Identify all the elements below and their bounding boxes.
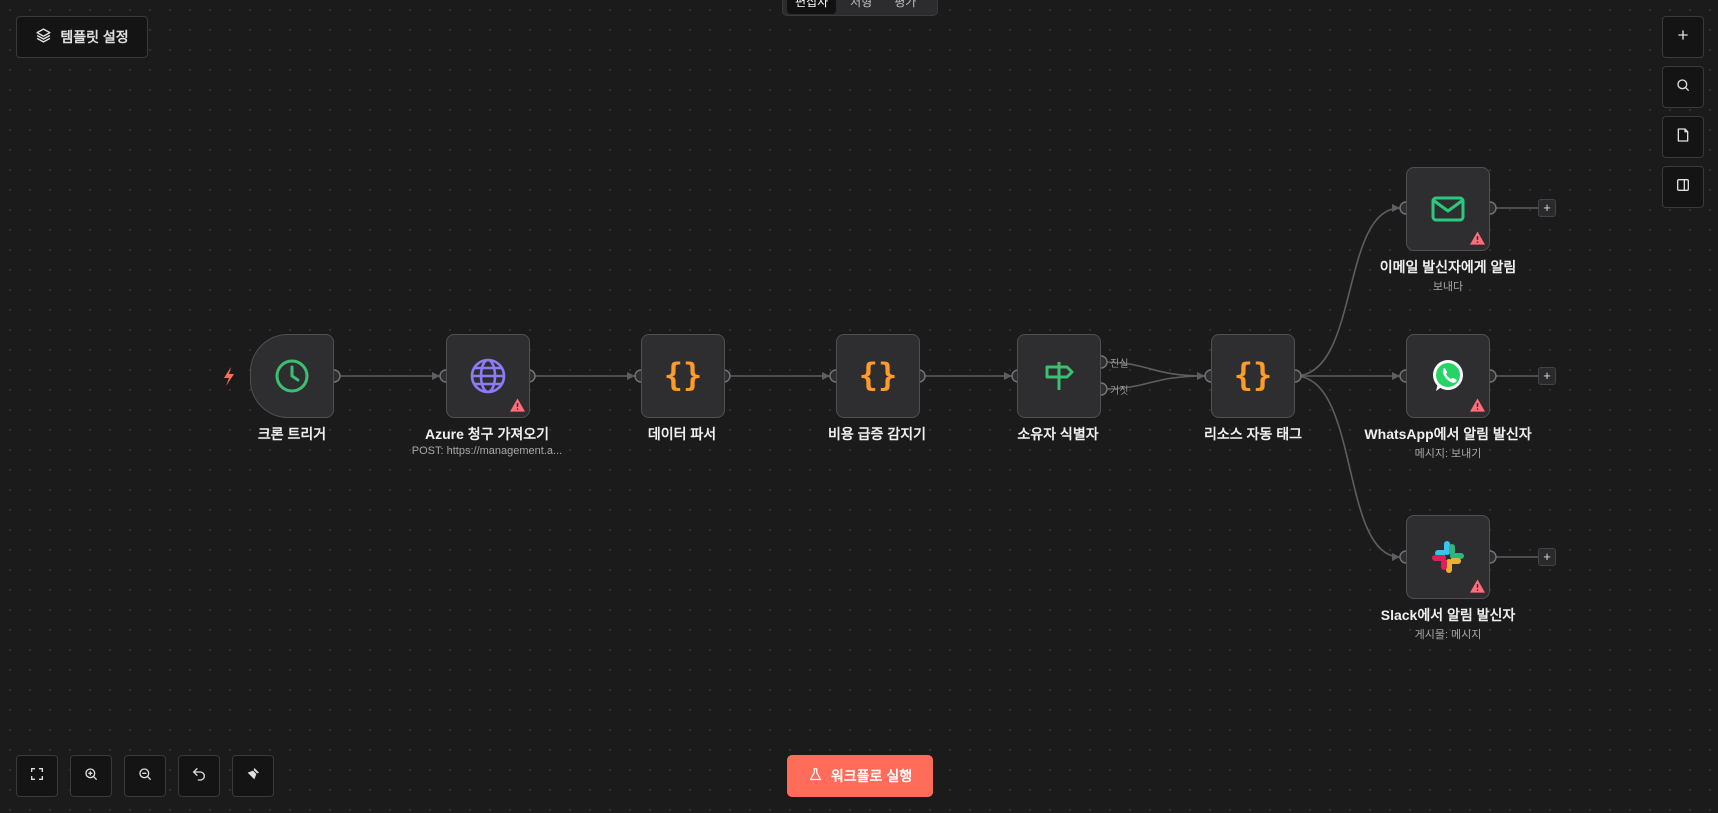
zoom-out-button[interactable] [124, 755, 166, 797]
node-whatsapp-notify[interactable] [1406, 334, 1490, 418]
node-subtitle: 게시물: 메시지 [1414, 629, 1482, 641]
braces-icon: {} [858, 356, 898, 396]
template-settings-button[interactable]: 템플릿 설정 [16, 16, 148, 58]
mail-icon [1428, 189, 1468, 229]
run-workflow-button[interactable]: 워크플로 실행 [787, 755, 933, 797]
run-workflow-label: 워크플로 실행 [830, 768, 913, 784]
warning-icon [1470, 579, 1485, 593]
globe-icon [468, 356, 508, 396]
node-cost-spike-detector[interactable]: {} [836, 334, 920, 418]
svg-text:{}: {} [859, 356, 898, 394]
node-slack-notify[interactable] [1406, 515, 1490, 599]
note-icon [1675, 127, 1691, 148]
zoom-in-button[interactable] [70, 755, 112, 797]
braces-icon: {} [663, 356, 703, 396]
node-resource-auto-tag[interactable]: {} [1211, 334, 1295, 418]
zoom-out-icon [137, 766, 153, 787]
node-owner-identifier[interactable] [1017, 334, 1101, 418]
layers-icon [35, 27, 52, 47]
add-node-button[interactable] [1662, 16, 1704, 58]
tidy-up-button[interactable] [232, 755, 274, 797]
fullscreen-icon [29, 766, 45, 787]
slack-icon [1428, 537, 1468, 577]
toggle-panel-button[interactable] [1662, 166, 1704, 208]
node-azure-billing[interactable] [446, 334, 530, 418]
add-next-node-button[interactable]: + [1538, 548, 1556, 566]
flask-icon [808, 767, 823, 785]
panel-icon [1675, 177, 1691, 198]
branch-true-label: 진실 [1110, 359, 1129, 370]
svg-text:{}: {} [664, 356, 703, 394]
broom-icon [245, 766, 261, 787]
whatsapp-icon [1428, 356, 1468, 396]
sticky-note-button[interactable] [1662, 116, 1704, 158]
plus-icon [1675, 27, 1691, 48]
node-subtitle: POST: https://management.a... [411, 445, 563, 457]
add-next-node-button[interactable]: + [1538, 199, 1556, 217]
warning-icon [1470, 398, 1485, 412]
add-next-node-button[interactable]: + [1538, 367, 1556, 385]
node-data-parser[interactable]: {} [641, 334, 725, 418]
search-nodes-button[interactable] [1662, 66, 1704, 108]
node-subtitle: 메시지: 보내기 [1414, 448, 1482, 460]
tab-editor[interactable]: 편집자 [787, 0, 837, 14]
node-cron-trigger[interactable] [250, 334, 334, 418]
zoom-in-icon [83, 766, 99, 787]
undo-button[interactable] [178, 755, 220, 797]
svg-text:{}: {} [1234, 356, 1273, 394]
node-label: WhatsApp에서 알림 발신자 [1364, 426, 1532, 442]
template-settings-label: 템플릿 설정 [60, 29, 129, 45]
tab-evaluations[interactable]: 평가 [886, 0, 924, 14]
clock-icon [272, 356, 312, 396]
tab-executions[interactable]: 처형 [842, 0, 880, 14]
undo-icon [191, 766, 207, 787]
warning-icon [510, 398, 525, 412]
node-label: Slack에서 알림 발신자 [1380, 607, 1516, 623]
signpost-icon [1039, 356, 1079, 396]
node-label: 이메일 발신자에게 알림 [1379, 259, 1517, 275]
search-icon [1675, 77, 1691, 98]
view-tab-switcher: 편집자 처형 평가 [782, 0, 938, 16]
node-subtitle: 보내다 [1432, 281, 1464, 293]
fit-view-button[interactable] [16, 755, 58, 797]
branch-false-label: 거짓 [1110, 386, 1129, 397]
warning-icon [1470, 231, 1485, 245]
node-email-notify[interactable] [1406, 167, 1490, 251]
braces-icon: {} [1233, 356, 1273, 396]
